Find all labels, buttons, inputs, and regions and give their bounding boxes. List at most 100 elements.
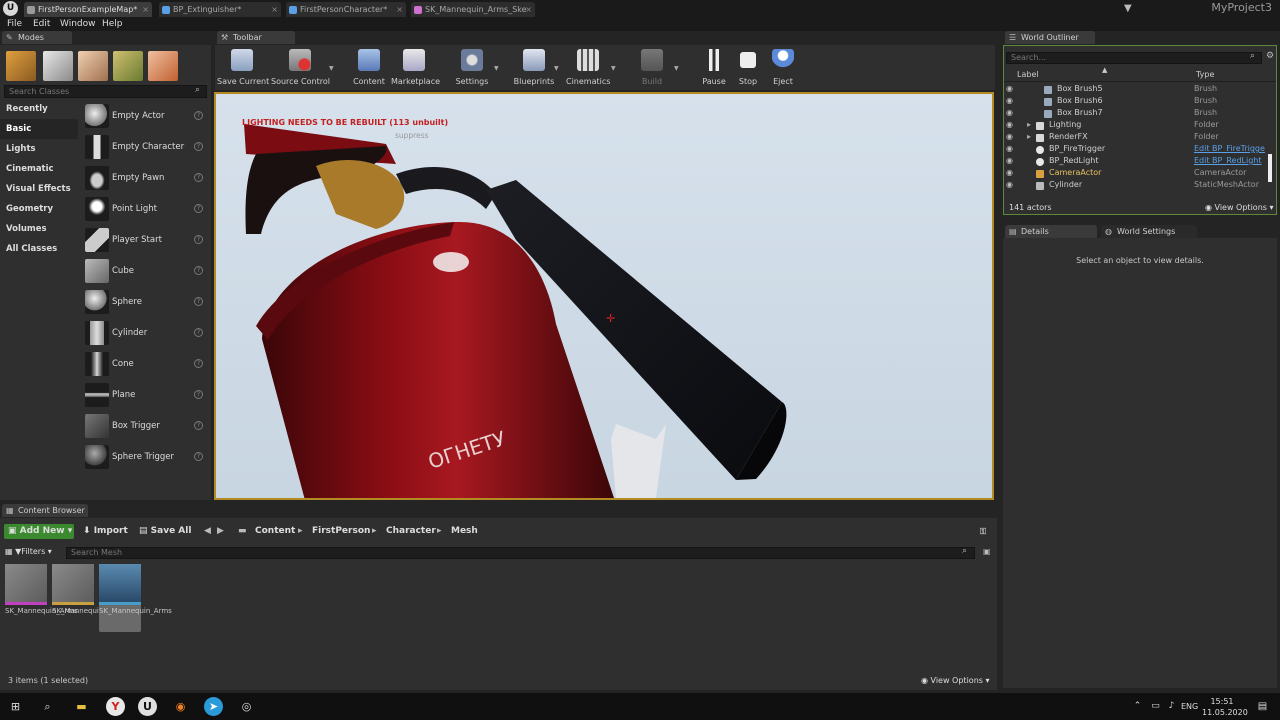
edit-blueprint-link[interactable]: Edit BP_FireTrigge: [1194, 144, 1265, 153]
outliner-row[interactable]: ◉ BP_FireTrigger Edit BP_FireTrigge: [1004, 144, 1276, 156]
landscape-mode-icon[interactable]: [78, 51, 108, 81]
help-icon[interactable]: ?: [194, 390, 203, 399]
category-volumes[interactable]: Volumes: [0, 219, 78, 239]
place-item-sphere-trigger[interactable]: Sphere Trigger?: [82, 442, 209, 472]
outliner-scrollbar[interactable]: [1268, 154, 1272, 182]
save-search-icon[interactable]: ▣: [983, 547, 991, 556]
geometry-mode-icon[interactable]: [148, 51, 178, 81]
place-item-empty-pawn[interactable]: Empty Pawn?: [82, 163, 209, 193]
volume-icon[interactable]: ♪: [1162, 697, 1181, 716]
blueprints-button[interactable]: Blueprints: [512, 49, 556, 89]
file-explorer-icon[interactable]: ▬: [72, 697, 91, 716]
eye-icon[interactable]: ◉: [1006, 157, 1015, 165]
help-icon[interactable]: ?: [194, 266, 203, 275]
cinematics-button[interactable]: Cinematics: [566, 49, 610, 89]
category-lights[interactable]: Lights: [0, 139, 78, 159]
breadcrumb-separator-icon[interactable]: ▸: [437, 524, 442, 539]
category-visual-effects[interactable]: Visual Effects: [0, 179, 78, 199]
help-icon[interactable]: ?: [194, 421, 203, 430]
windows-start-icon[interactable]: ⊞: [6, 697, 25, 716]
place-item-plane[interactable]: Plane?: [82, 380, 209, 410]
category-cinematic[interactable]: Cinematic: [0, 159, 78, 179]
breadcrumb-content[interactable]: Content: [255, 524, 295, 539]
content-button[interactable]: Content: [351, 49, 387, 89]
world-settings-tab[interactable]: ◍ World Settings: [1101, 225, 1197, 238]
world-outliner-tab[interactable]: ☰ World Outliner: [1005, 31, 1095, 44]
outliner-row[interactable]: ◉ ▸ Lighting Folder: [1004, 120, 1276, 132]
doc-tab-map[interactable]: FirstPersonExampleMap* ×: [24, 2, 152, 17]
place-item-empty-character[interactable]: Empty Character?: [82, 132, 209, 162]
category-basic[interactable]: Basic: [0, 119, 78, 139]
breadcrumb-character[interactable]: Character: [386, 524, 436, 539]
source-control-status-icon[interactable]: ▼: [1124, 3, 1136, 14]
source-control-button[interactable]: Source Control: [271, 49, 330, 89]
outliner-row[interactable]: ◉ Box Brush5 Brush: [1004, 84, 1276, 96]
expand-arrow-icon[interactable]: ▸: [1027, 120, 1031, 129]
unreal-engine-icon[interactable]: U: [138, 697, 157, 716]
help-icon[interactable]: ?: [194, 142, 203, 151]
doc-tab-skeleton[interactable]: SK_Mannequin_Arms_Ske ×: [411, 2, 535, 17]
outliner-view-options-button[interactable]: ◉ View Options ▾: [1205, 203, 1274, 212]
edit-blueprint-link[interactable]: Edit BP_RedLight: [1194, 156, 1262, 165]
outliner-row[interactable]: ◉ Box Brush7 Brush: [1004, 108, 1276, 120]
breadcrumb-firstperson[interactable]: FirstPerson: [312, 524, 370, 539]
breadcrumb-separator-icon[interactable]: ▸: [372, 524, 377, 539]
breadcrumb-mesh[interactable]: Mesh: [451, 524, 478, 539]
telegram-icon[interactable]: ➤: [204, 697, 223, 716]
menu-window[interactable]: Window: [60, 17, 96, 31]
outliner-settings-icon[interactable]: ⚙: [1266, 51, 1274, 61]
forward-icon[interactable]: ▶: [217, 524, 224, 539]
menu-edit[interactable]: Edit: [33, 17, 50, 31]
obs-icon[interactable]: ◎: [237, 697, 256, 716]
cinematics-dropdown-icon[interactable]: ▼: [611, 65, 616, 72]
eye-icon[interactable]: ◉: [1006, 121, 1015, 129]
blueprints-dropdown-icon[interactable]: ▼: [554, 65, 559, 72]
type-column-header[interactable]: Type: [1196, 70, 1214, 79]
pause-button[interactable]: Pause: [699, 49, 729, 89]
breadcrumb-separator-icon[interactable]: ▸: [298, 524, 303, 539]
eye-icon[interactable]: ◉: [1006, 85, 1015, 93]
lock-icon[interactable]: ⚿: [980, 524, 986, 539]
category-all-classes[interactable]: All Classes: [0, 239, 78, 259]
search-icon[interactable]: ⌕: [38, 697, 57, 716]
help-icon[interactable]: ?: [194, 204, 203, 213]
add-new-button[interactable]: ▣ Add New ▾: [4, 524, 74, 539]
clock[interactable]: 15:51 11.05.2020: [1202, 696, 1248, 718]
asset-tile[interactable]: SK_Mannequin_Arms: [52, 564, 125, 632]
place-item-empty-actor[interactable]: Empty Actor?: [82, 101, 209, 131]
stop-button[interactable]: Stop: [733, 49, 763, 89]
outliner-row[interactable]: ◉ CameraActor CameraActor: [1004, 168, 1276, 180]
doc-tab-bp-extinguisher[interactable]: BP_Extinguisher* ×: [159, 2, 281, 17]
help-icon[interactable]: ?: [194, 359, 203, 368]
menu-file[interactable]: File: [7, 17, 22, 31]
level-viewport[interactable]: ОГНЕТУ LIGHTING NEEDS TO BE REBUILT (113…: [214, 92, 994, 500]
modes-tab[interactable]: ✎ Modes: [2, 31, 72, 44]
foliage-mode-icon[interactable]: [113, 51, 143, 81]
build-button[interactable]: Build: [637, 49, 667, 89]
tray-chevron-up-icon[interactable]: ⌃: [1128, 697, 1147, 716]
settings-button[interactable]: Settings: [452, 49, 492, 89]
notifications-icon[interactable]: ▤: [1253, 697, 1272, 716]
import-button[interactable]: ⬇ Import: [83, 524, 128, 539]
place-item-point-light[interactable]: Point Light?: [82, 194, 209, 224]
settings-dropdown-icon[interactable]: ▼: [494, 65, 499, 72]
place-item-sphere[interactable]: Sphere?: [82, 287, 209, 317]
content-search-input[interactable]: Search Mesh: [66, 547, 975, 559]
cb-view-options-button[interactable]: ◉ View Options ▾: [921, 676, 990, 685]
help-icon[interactable]: ?: [194, 173, 203, 182]
place-item-cube[interactable]: Cube?: [82, 256, 209, 286]
source-control-dropdown-icon[interactable]: ▼: [329, 65, 334, 72]
filters-button[interactable]: ▦ ▼Filters ▾: [5, 547, 52, 556]
eye-icon[interactable]: ◉: [1006, 109, 1015, 117]
content-browser-tab[interactable]: ▦ Content Browser: [2, 504, 88, 517]
suppress-link[interactable]: suppress: [395, 131, 429, 140]
help-icon[interactable]: ?: [194, 328, 203, 337]
close-icon[interactable]: ×: [396, 2, 403, 17]
build-dropdown-icon[interactable]: ▼: [674, 65, 679, 72]
close-icon[interactable]: ×: [525, 2, 532, 17]
outliner-row[interactable]: ◉ BP_RedLight Edit BP_RedLight: [1004, 156, 1276, 168]
asset-tile[interactable]: SK_Mannequin_Arms: [5, 564, 78, 632]
eye-icon[interactable]: ◉: [1006, 133, 1015, 141]
eye-icon[interactable]: ◉: [1006, 97, 1015, 105]
details-tab[interactable]: ▤ Details: [1005, 225, 1097, 238]
